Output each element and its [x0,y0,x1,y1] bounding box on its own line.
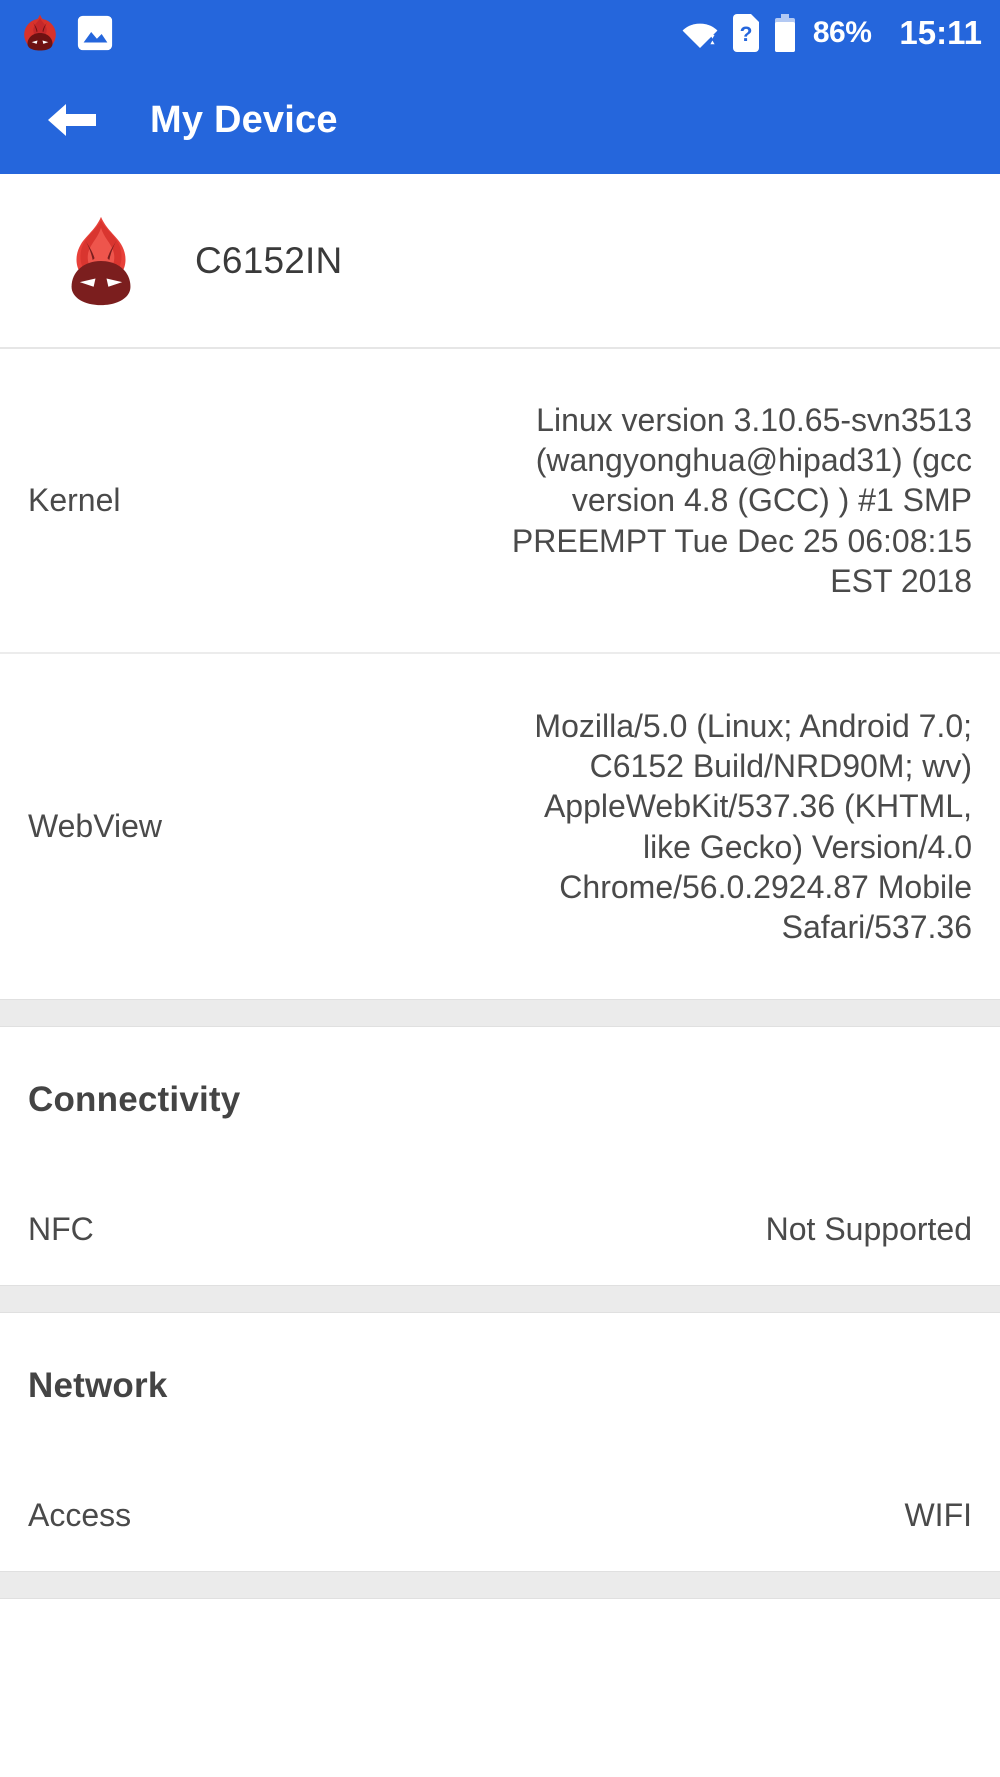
section-header-connectivity: Connectivity [0,1027,1000,1173]
section-header-network: Network [0,1313,1000,1459]
page-title: My Device [150,98,338,141]
info-label: Access [28,1496,132,1533]
info-row-access[interactable]: Access WIFI [0,1459,1000,1571]
info-row-nfc[interactable]: NFC Not Supported [0,1173,1000,1285]
info-row-kernel[interactable]: Kernel Linux version 3.10.65-svn3513 (wa… [0,349,1000,654]
section-title: Connectivity [28,1080,241,1119]
info-value: Linux version 3.10.65-svn3513 (wangyongh… [511,401,972,599]
section-title: Network [28,1366,168,1405]
info-row-webview[interactable]: WebView Mozilla/5.0 (Linux; Android 7.0;… [0,654,1000,999]
sim-card-question-icon: ? [732,14,759,52]
back-arrow-icon[interactable] [46,100,98,140]
section-separator [0,1285,1000,1313]
antutu-icon [24,14,56,51]
device-name: C6152IN [195,239,343,281]
svg-text:?: ? [739,23,752,46]
gallery-icon [77,15,113,51]
section-separator [0,999,1000,1027]
status-bar-notification-icons [20,13,114,53]
device-header: C6152IN [0,174,1000,349]
app-bar: My Device [0,66,1000,174]
status-bar-clock: 15:11 [899,14,982,51]
info-value: Not Supported [765,1210,972,1247]
antutu-logo-icon [71,216,131,305]
info-value: WIFI [904,1496,972,1533]
device-info-screen: ? 86% 15:11 My Device C6152IN Kernel Lin… [0,0,1000,1777]
info-value: Mozilla/5.0 (Linux; Android 7.0; C6152 B… [534,707,972,946]
status-bar: ? 86% 15:11 [0,0,1000,66]
section-separator [0,1571,1000,1599]
battery-icon [774,14,795,52]
status-bar-system-icons: ? 86% 15:11 [681,14,982,52]
info-label: WebView [28,808,162,844]
battery-percent-text: 86% [812,16,872,49]
info-label: Kernel [28,482,121,518]
info-label: NFC [28,1210,94,1247]
wifi-icon [682,23,718,49]
